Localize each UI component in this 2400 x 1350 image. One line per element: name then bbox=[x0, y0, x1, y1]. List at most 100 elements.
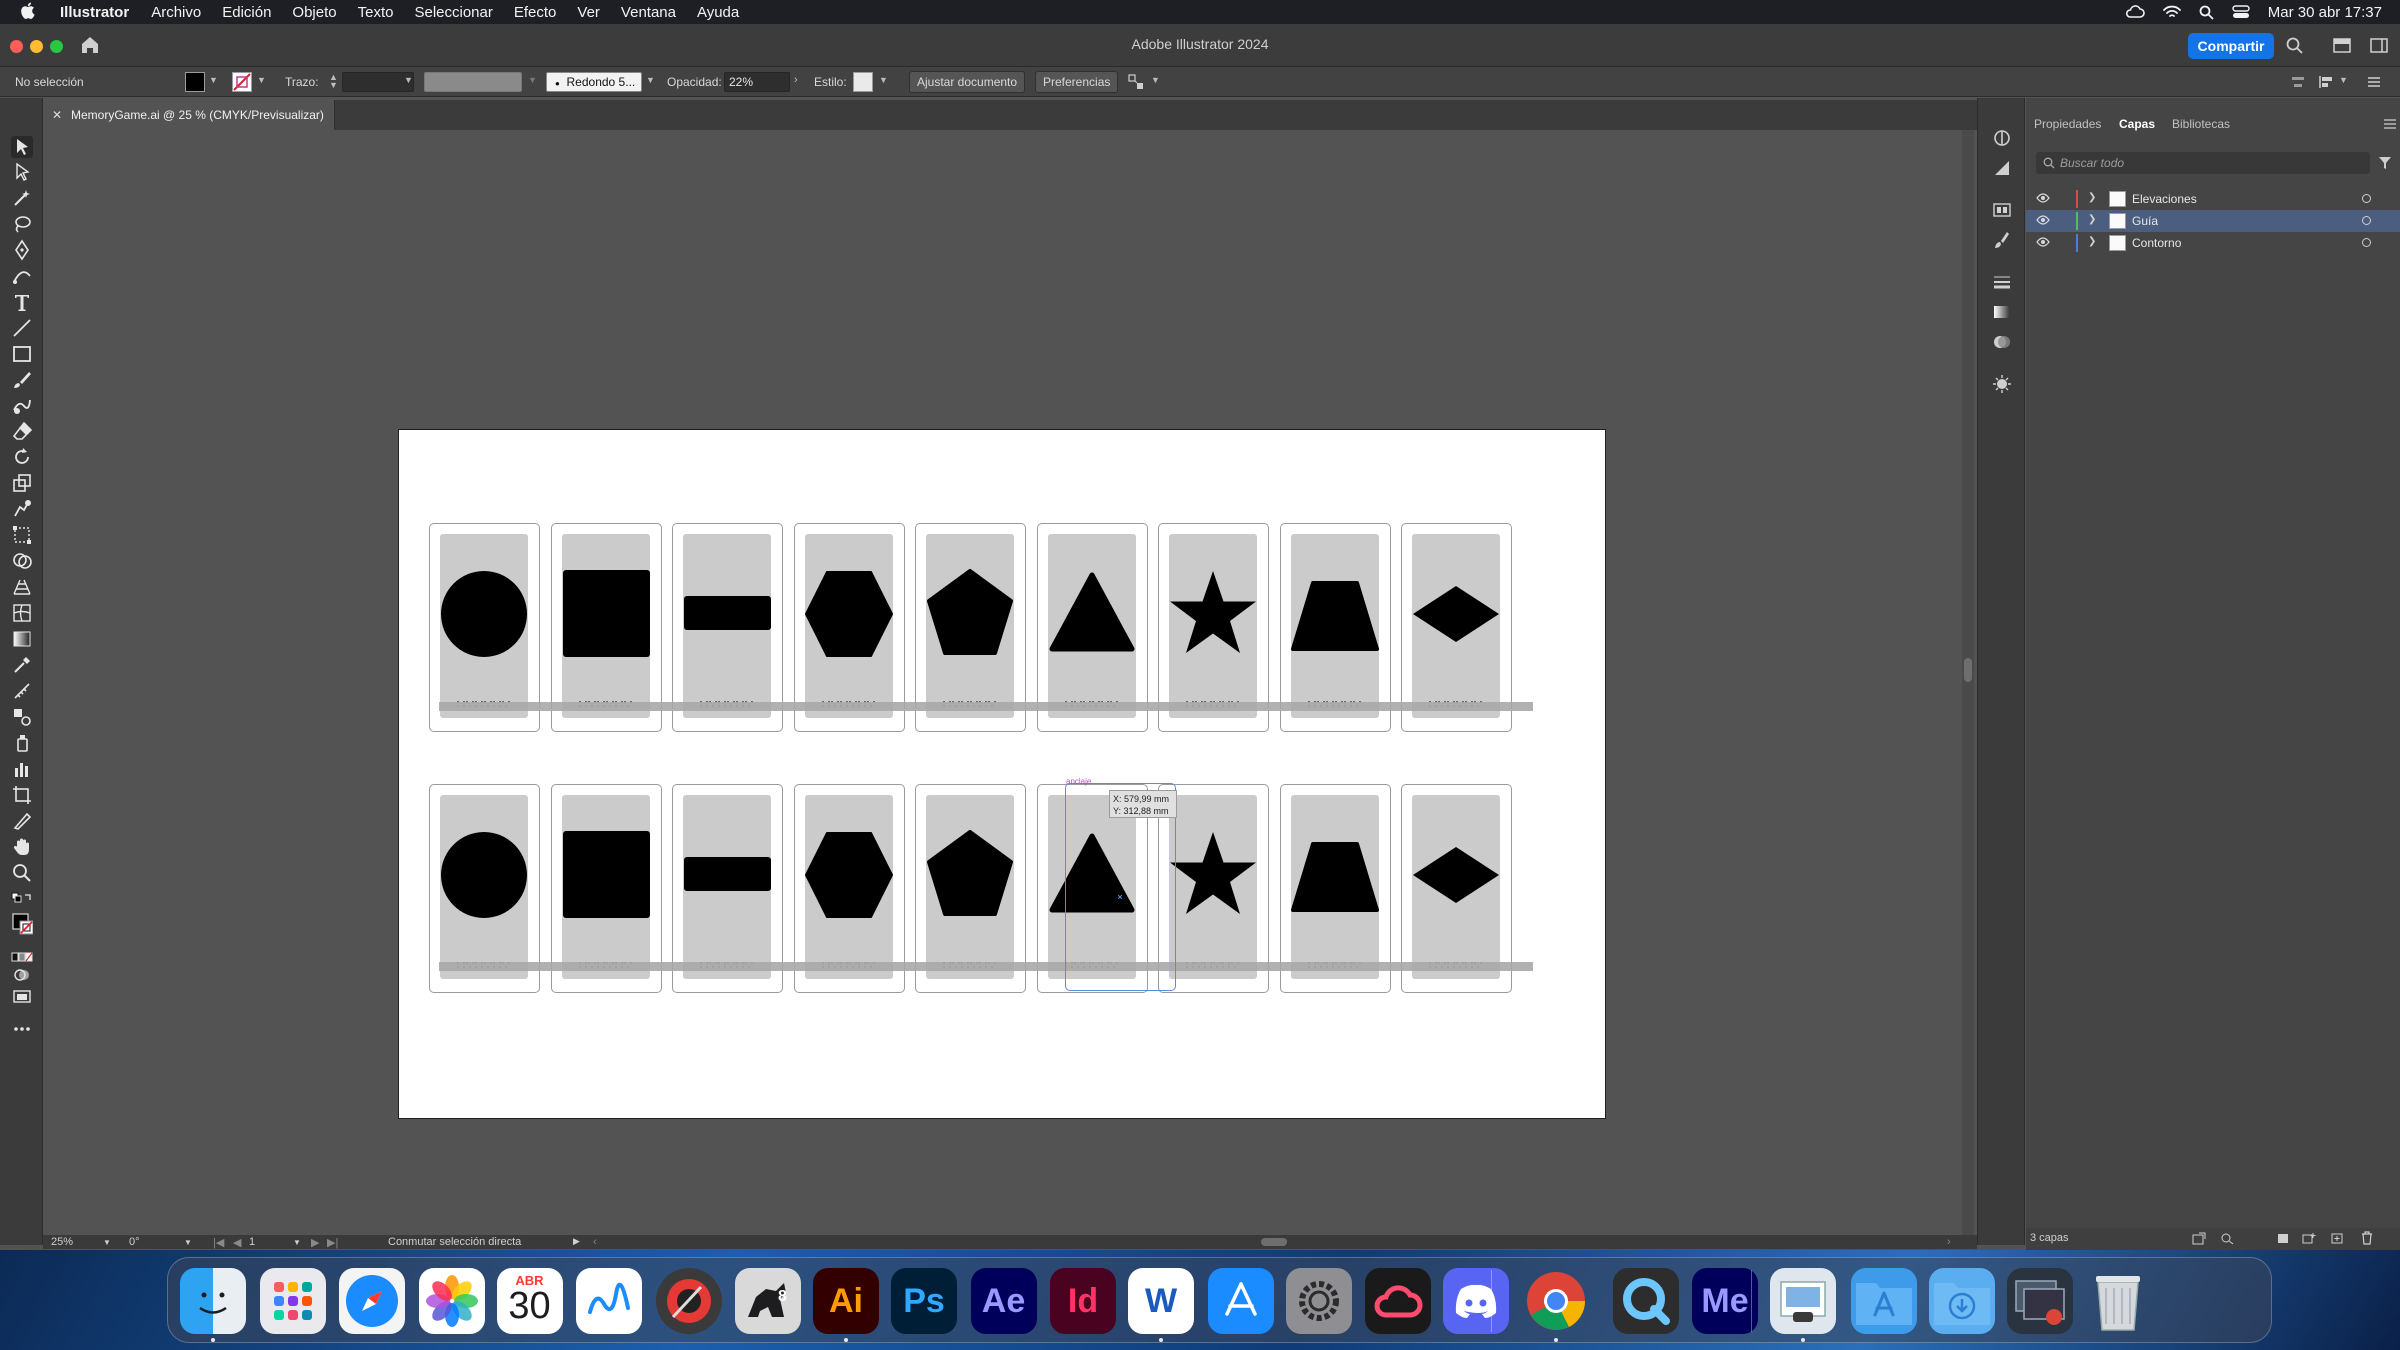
next-artboard-icon[interactable]: ▶ bbox=[311, 1236, 319, 1249]
dock-app-preview[interactable] bbox=[1770, 1268, 1836, 1334]
menu-ventana[interactable]: Ventana bbox=[621, 4, 676, 21]
menu-edicion[interactable]: Edición bbox=[222, 4, 271, 21]
arrange-documents-icon[interactable] bbox=[1128, 74, 1144, 93]
stroke-weight-stepper[interactable]: ▲ ▼ bbox=[329, 73, 338, 90]
fill-dropdown-icon[interactable]: ▼ bbox=[209, 75, 218, 85]
curvature-tool-icon[interactable] bbox=[11, 265, 33, 287]
scroll-left-icon[interactable]: ‹ bbox=[593, 1236, 597, 1248]
memory-card-square[interactable] bbox=[550, 523, 662, 732]
search-icon[interactable] bbox=[2286, 37, 2303, 59]
panel-layout-icon[interactable] bbox=[2370, 38, 2388, 58]
workspace-switcher-icon[interactable] bbox=[2333, 38, 2351, 58]
layer-name[interactable]: Elevaciones bbox=[2132, 192, 2197, 206]
zoom-level[interactable]: 25% bbox=[51, 1236, 73, 1248]
dock-app-digital-color-meter[interactable] bbox=[655, 1268, 722, 1334]
wifi-icon[interactable] bbox=[2162, 5, 2181, 19]
last-artboard-icon[interactable]: ▶| bbox=[327, 1236, 338, 1249]
distribute-icon[interactable] bbox=[2318, 74, 2334, 93]
control-center-icon[interactable] bbox=[2232, 5, 2250, 19]
swatches-icon[interactable] bbox=[1992, 200, 2012, 220]
color-guide-icon[interactable] bbox=[1992, 128, 2012, 148]
type-tool-icon[interactable] bbox=[11, 291, 33, 313]
stroke-dropdown-icon[interactable]: ▼ bbox=[257, 75, 266, 85]
zoom-dropdown-icon[interactable]: ▼ bbox=[103, 1238, 111, 1247]
layer-row-guia[interactable]: ❯ Guía bbox=[2026, 210, 2400, 232]
visibility-eye-icon[interactable] bbox=[2036, 193, 2050, 203]
new-sublayer-icon[interactable] bbox=[2302, 1232, 2316, 1245]
screen-mode-icon[interactable] bbox=[11, 986, 33, 1003]
fit-document-button[interactable]: Ajustar documento bbox=[909, 71, 1026, 93]
blend-tool-icon[interactable] bbox=[11, 706, 33, 728]
free-transform-tool-icon[interactable] bbox=[11, 524, 33, 546]
share-button[interactable]: Compartir bbox=[2188, 33, 2274, 59]
column-graph-tool-icon[interactable] bbox=[11, 758, 33, 780]
dock-app-finder[interactable] bbox=[180, 1268, 246, 1334]
eraser-tool-icon[interactable] bbox=[11, 420, 33, 442]
appearance-icon[interactable] bbox=[1992, 374, 2012, 394]
artboard-tool-icon[interactable] bbox=[11, 784, 33, 806]
stroke-panel-icon[interactable] bbox=[1992, 272, 2012, 292]
memory-card-star[interactable] bbox=[1158, 523, 1269, 732]
fill-color-swatch[interactable] bbox=[185, 72, 205, 92]
artboard-dropdown-icon[interactable]: ▼ bbox=[293, 1238, 301, 1247]
opacity-field[interactable]: 22% bbox=[724, 72, 790, 92]
dock-app-aplicaciones[interactable] bbox=[1851, 1268, 1917, 1334]
layer-target-icon[interactable] bbox=[2362, 216, 2371, 225]
pen-tool-icon[interactable] bbox=[11, 239, 33, 261]
scale-tool-icon[interactable] bbox=[11, 472, 33, 494]
profile-dropdown-icon[interactable]: ▼ bbox=[528, 75, 537, 85]
selection-tool-icon[interactable] bbox=[11, 136, 33, 158]
zoom-tool-icon[interactable] bbox=[11, 862, 33, 884]
graphic-style-swatch[interactable] bbox=[853, 72, 873, 92]
brush-definition-field[interactable]: ● Redondo 5... bbox=[546, 72, 642, 92]
artboard-number[interactable]: 1 bbox=[249, 1236, 255, 1248]
style-dropdown-icon[interactable]: ▼ bbox=[879, 75, 888, 85]
layer-name[interactable]: Contorno bbox=[2132, 236, 2181, 250]
delete-layer-icon[interactable] bbox=[2360, 1231, 2374, 1245]
collect-export-icon[interactable] bbox=[2192, 1232, 2206, 1245]
dock-app-fotos[interactable] bbox=[418, 1268, 485, 1334]
dock-app-word[interactable]: W bbox=[1128, 1268, 1194, 1334]
layers-search-input[interactable]: Buscar todo bbox=[2036, 152, 2370, 174]
artboard[interactable] bbox=[398, 429, 1606, 1119]
expand-chevron-icon[interactable]: ❯ bbox=[2088, 214, 2096, 225]
previous-artboard-icon[interactable]: ◀ bbox=[233, 1236, 241, 1249]
first-artboard-icon[interactable]: |◀ bbox=[213, 1236, 224, 1249]
status-flyout-icon[interactable]: ▶ bbox=[573, 1236, 580, 1247]
layer-target-icon[interactable] bbox=[2362, 194, 2371, 203]
memory-card-rectangle[interactable] bbox=[672, 523, 783, 732]
memory-card-trapezoid[interactable] bbox=[1279, 523, 1391, 732]
direct-selection-tool-icon[interactable] bbox=[11, 161, 33, 183]
dock-app-ajustes-del-sistema[interactable] bbox=[1285, 1268, 1352, 1334]
dock-app-indesign[interactable]: Id bbox=[1050, 1268, 1116, 1334]
filter-icon[interactable] bbox=[2378, 156, 2392, 170]
stroke-color-swatch[interactable] bbox=[232, 72, 252, 92]
dock-app-quicktime[interactable] bbox=[1612, 1268, 1679, 1334]
control-bar-menu-icon[interactable] bbox=[2366, 74, 2382, 93]
mesh-tool-icon[interactable] bbox=[11, 602, 33, 624]
dock-app-app-store[interactable] bbox=[1207, 1268, 1274, 1334]
shaper-tool-icon[interactable] bbox=[11, 395, 33, 417]
clipping-mask-icon[interactable] bbox=[2276, 1232, 2290, 1245]
memory-card-hexagon[interactable] bbox=[793, 523, 905, 732]
canvas-vertical-scrollbar[interactable] bbox=[1962, 130, 1974, 1235]
color-panel-icon[interactable] bbox=[1992, 158, 2012, 178]
distribute-dropdown-icon[interactable]: ▼ bbox=[2339, 75, 2348, 85]
layer-row-elevaciones[interactable]: ❯ Elevaciones bbox=[2026, 188, 2400, 210]
tab-capas[interactable]: Capas bbox=[2119, 117, 2155, 131]
shape-builder-tool-icon[interactable] bbox=[11, 550, 33, 572]
locate-object-icon[interactable] bbox=[2220, 1232, 2234, 1245]
perspective-grid-tool-icon[interactable] bbox=[11, 576, 33, 598]
dock-app-freeform[interactable] bbox=[576, 1268, 642, 1334]
creative-cloud-status-icon[interactable] bbox=[2125, 5, 2145, 19]
apple-menu-icon[interactable] bbox=[20, 2, 38, 22]
brush-dropdown-icon[interactable]: ▼ bbox=[646, 75, 655, 85]
transparency-icon[interactable] bbox=[1992, 332, 2012, 352]
layer-target-icon[interactable] bbox=[2362, 238, 2371, 247]
default-fill-stroke-icon[interactable] bbox=[11, 888, 33, 903]
expand-chevron-icon[interactable]: ❯ bbox=[2088, 236, 2096, 247]
dock-app-illustrator[interactable]: Ai bbox=[813, 1268, 879, 1334]
dock-app-papelera[interactable] bbox=[2085, 1268, 2151, 1334]
magic-wand-tool-icon[interactable] bbox=[11, 187, 33, 209]
memory-card-pentagon[interactable] bbox=[915, 523, 1026, 732]
